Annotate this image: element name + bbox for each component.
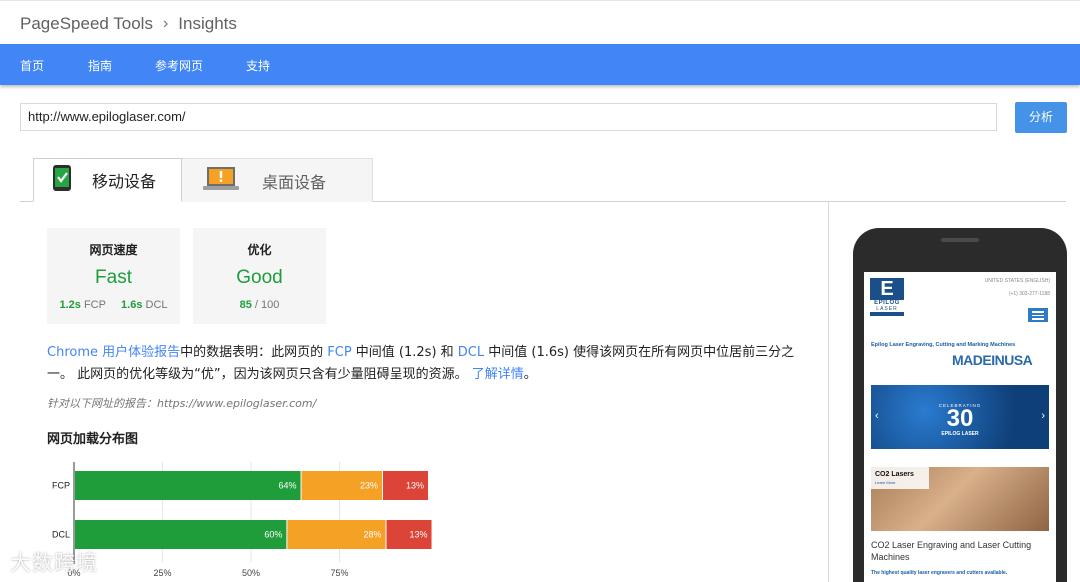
logo-sub: LASER [870, 306, 904, 312]
chevron-right-icon: › [162, 15, 169, 32]
report-url-note: 针对以下网址的报告：https://www.epiloglaser.com/ [47, 397, 317, 410]
top-bar: PageSpeed Tools › Insights [0, 0, 1080, 44]
phone-speaker [941, 238, 979, 242]
bar-value-label: 13% [410, 530, 428, 540]
nav-item-guides[interactable]: 指南 [88, 57, 112, 74]
breadcrumb: PageSpeed Tools › Insights [20, 14, 237, 34]
load-distribution-chart: 0% 25% 50% 75%FCP 64% 23% 13%DCL 60% 28% 13% [52, 462, 432, 578]
card-learn-more[interactable]: Learn More [875, 480, 895, 485]
mobile-preview-screen: E EPILOG LASER UNITED STATES (ENGLISH) (… [864, 272, 1056, 582]
speed-label: 网页速度 [89, 243, 138, 257]
summary-text-2: 中间值 (1.2s) 和 [351, 345, 458, 360]
optimization-value: Good [236, 267, 283, 288]
preview-tagline: Epilog Laser Engraving, Cutting and Mark… [871, 342, 1016, 348]
main-nav: 首页 指南 参考网页 支持 [0, 44, 1080, 85]
x-tick-label: 50% [242, 568, 260, 578]
made-in-usa-text: MADEINUSA [952, 352, 1033, 368]
card-title: CO2 Lasers [875, 471, 914, 478]
dcl-link[interactable]: DCL [458, 345, 484, 360]
carousel-prev-icon[interactable]: ‹ [875, 410, 879, 422]
watermark-text: 大数跨境 [10, 551, 98, 575]
dcl-label: DCL [145, 299, 168, 311]
speed-metrics: 1.2s FCP 1.6s DCL [47, 299, 180, 311]
epilog-logo: E EPILOG LASER [870, 278, 904, 316]
fcp-link[interactable]: FCP [327, 345, 351, 360]
distribution-title: 网页加载分布图 [47, 432, 139, 447]
optimization-score-value: 85 [239, 299, 252, 311]
preview-caption: CO2 Laser Engraving and Laser Cutting Ma… [871, 540, 1032, 562]
url-input[interactable]: http://www.epiloglaser.com/ [20, 103, 997, 131]
content-divider [828, 202, 829, 582]
bar-value-label: 13% [406, 481, 424, 491]
hamburger-menu-icon[interactable] [1028, 308, 1048, 322]
tab-mobile[interactable]: 移动设备 [33, 158, 182, 202]
learn-more-link[interactable]: 了解详情 [472, 367, 524, 382]
bar-segment[interactable] [75, 520, 287, 549]
co2-lasers-card[interactable]: CO2 Lasers Learn More [871, 467, 1049, 531]
tab-desktop-label: 桌面设备 [262, 172, 327, 192]
speed-score-card: 网页速度 Fast 1.2s FCP 1.6s DCL [47, 228, 180, 324]
category-label: FCP [52, 481, 70, 491]
optimization-score-card: 优化 Good 85 / 100 [193, 228, 326, 324]
fcp-label: FCP [83, 299, 106, 311]
nav-item-home[interactable]: 首页 [20, 57, 44, 74]
x-tick-label: 25% [153, 568, 171, 578]
locale-text[interactable]: UNITED STATES (ENGLISH) [985, 278, 1050, 284]
optimization-score-total: / 100 [254, 299, 280, 311]
anniversary-banner[interactable]: CELEBRATING 30 EPILOG LASER ‹ › [871, 385, 1049, 449]
summary-text: Chrome 用户体验报告中的数据表明：此网页的 FCP 中间值 (1.2s) … [47, 342, 813, 386]
nav-item-reference[interactable]: 参考网页 [155, 57, 203, 74]
speed-value: Fast [95, 267, 132, 288]
banner-sub-text: EPILOG LASER [941, 431, 979, 437]
analyze-button[interactable]: 分析 [1015, 102, 1067, 133]
category-label: DCL [52, 530, 70, 540]
device-tabs: 移动设备 桌面设备 [20, 158, 1066, 202]
summary-text-4: 。 [523, 367, 537, 382]
chrome-ux-report-link[interactable]: Chrome 用户体验报告 [47, 345, 180, 360]
banner-number: 30 [946, 405, 974, 432]
tab-mobile-label: 移动设备 [92, 172, 157, 191]
breadcrumb-insights: Insights [178, 14, 237, 33]
nav-item-support[interactable]: 支持 [246, 57, 270, 74]
laptop-warning-icon [202, 165, 240, 197]
x-tick-label: 75% [330, 568, 348, 578]
bar-value-label: 28% [364, 530, 382, 540]
tab-desktop[interactable]: 桌面设备 [182, 158, 373, 202]
optimization-label: 优化 [247, 243, 272, 257]
logo-letter: E [880, 278, 894, 300]
dcl-value: 1.6s [121, 299, 143, 311]
bar-value-label: 23% [360, 481, 378, 491]
preview-footer: The highest quality laser engravers and … [871, 570, 1008, 576]
carousel-next-icon[interactable]: › [1041, 410, 1045, 422]
summary-text-1: 中的数据表明：此网页的 [180, 345, 328, 360]
bar-value-label: 60% [264, 530, 282, 540]
bar-value-label: 64% [279, 481, 297, 491]
breadcrumb-pagespeed-tools[interactable]: PageSpeed Tools [20, 14, 153, 34]
optimization-score: 85 / 100 [193, 299, 326, 311]
phone-number: (+1) 303-277-1188 [1008, 291, 1050, 297]
mobile-check-icon [52, 164, 72, 196]
bar-segment[interactable] [75, 471, 301, 500]
fcp-value: 1.2s [59, 299, 81, 311]
